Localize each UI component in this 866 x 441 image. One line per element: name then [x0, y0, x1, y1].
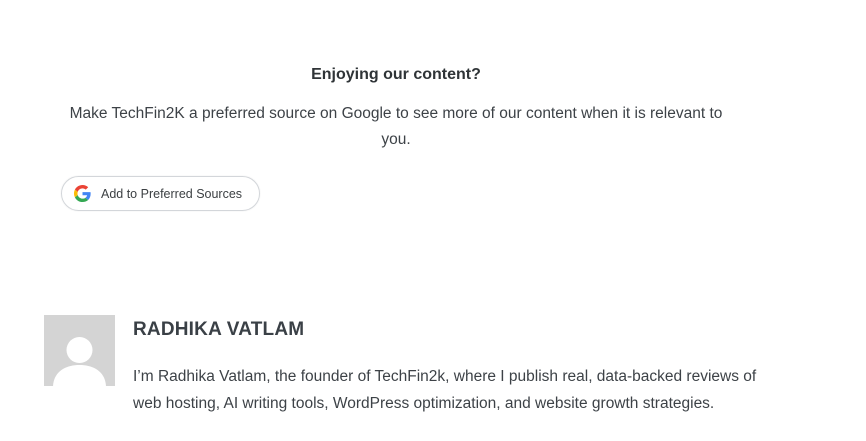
add-to-preferred-sources-button[interactable]: Add to Preferred Sources [61, 176, 260, 211]
author-avatar [44, 315, 115, 386]
add-to-preferred-sources-label: Add to Preferred Sources [101, 186, 243, 201]
promo-description: Make TechFin2K a preferred source on Goo… [69, 105, 723, 148]
google-g-icon [74, 185, 91, 202]
author-name[interactable]: RADHIKA VATLAM [133, 318, 304, 342]
promo-title: Enjoying our content? [311, 66, 481, 83]
author-bio: I’m Radhika Vatlam, the founder of TechF… [133, 368, 757, 412]
default-user-avatar-icon [44, 315, 115, 386]
